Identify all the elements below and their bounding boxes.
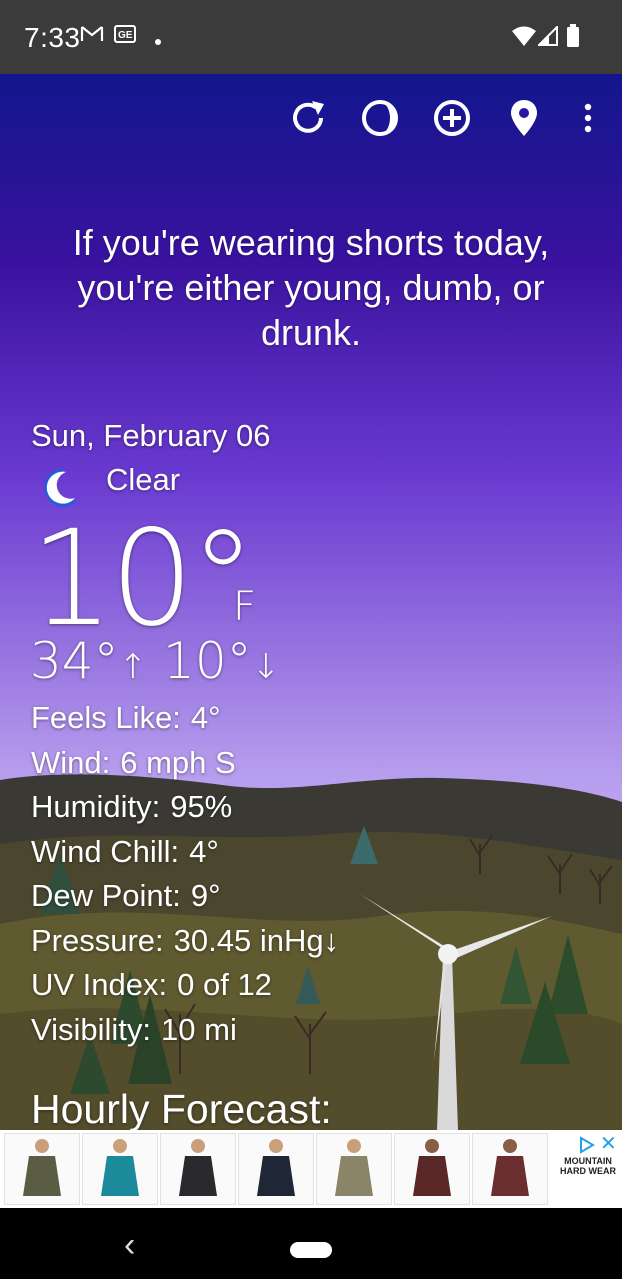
low-temperature: 10° (163, 632, 252, 690)
more-icon (584, 103, 592, 133)
ad-close-button[interactable]: ✕ (600, 1134, 617, 1154)
hourly-forecast-title: Hourly Forecast: (31, 1086, 332, 1130)
svg-text:GE: GE (118, 30, 133, 41)
ad-product-7[interactable] (472, 1133, 548, 1205)
detail-uv-index: UV Index: 0 of 12 (31, 967, 272, 1002)
back-button[interactable]: ‹ (124, 1226, 135, 1265)
ad-product-5[interactable] (316, 1133, 392, 1205)
high-temperature: 34° (30, 632, 119, 690)
battery-icon (566, 24, 580, 53)
more-button[interactable] (566, 96, 610, 140)
status-time: 7:33 (24, 22, 81, 53)
weather-screen[interactable]: If you're wearing shorts today, you're e… (0, 74, 622, 1130)
detail-humidity: Humidity: 95% (31, 789, 233, 824)
refresh-button[interactable] (286, 96, 330, 140)
jacket-image (23, 1139, 61, 1196)
condition-label: Clear (106, 462, 181, 497)
detail-feels-like: Feels Like: 4° (31, 700, 221, 735)
ad-product-2[interactable] (82, 1133, 158, 1205)
home-button[interactable] (290, 1242, 332, 1258)
ad-product-4[interactable] (238, 1133, 314, 1205)
jacket-image (413, 1139, 451, 1196)
current-date: Sun, February 06 (31, 418, 271, 453)
detail-wind-chill: Wind Chill: 4° (31, 833, 219, 869)
brand-logo[interactable]: MOUNTAIN HARD WEAR (558, 1156, 618, 1206)
theme-icon (362, 100, 398, 136)
wifi-icon (512, 26, 536, 51)
status-bar: 7:33 GE (0, 0, 622, 74)
high-low-temperature: 34°↑ 10°↓ (30, 632, 280, 690)
location-button[interactable] (502, 96, 546, 140)
jacket-image (335, 1139, 373, 1196)
jacket-image (101, 1139, 139, 1196)
up-arrow-icon: ↑ (118, 647, 148, 687)
dot-icon (154, 33, 162, 51)
detail-wind: Wind: 6 mph S (31, 744, 236, 780)
detail-dew-point: Dew Point: 9° (31, 878, 221, 913)
add-icon (434, 100, 470, 136)
jacket-image (257, 1139, 295, 1196)
down-arrow-icon: ↓ (251, 647, 281, 687)
refresh-icon (293, 101, 324, 133)
detail-pressure: Pressure: 30.45 inHg↓ (31, 922, 340, 958)
theme-button[interactable] (358, 96, 402, 140)
location-icon (511, 100, 537, 136)
navigation-bar: ‹ (0, 1208, 622, 1279)
news-icon: GE (114, 24, 136, 49)
detail-visibility: Visibility: 10 mi (31, 1011, 237, 1047)
gmail-icon (80, 24, 104, 49)
jacket-image (491, 1139, 529, 1196)
jacket-image (179, 1139, 217, 1196)
weather-details: Feels Like: 4° Wind: 6 mph S Humidity: 95% … (31, 696, 339, 1052)
add-location-button[interactable] (430, 96, 474, 140)
adchoices-icon[interactable] (578, 1136, 596, 1154)
ad-product-6[interactable] (394, 1133, 470, 1205)
signal-icon (536, 24, 558, 51)
ad-product-3[interactable] (160, 1133, 236, 1205)
weather-quote: If you're wearing shorts today, you're e… (72, 222, 550, 353)
ad-product-1[interactable] (4, 1133, 80, 1205)
ad-banner[interactable]: ✕ MOUNTAIN HARD WEAR (0, 1130, 622, 1208)
temperature-unit: F (233, 584, 257, 630)
